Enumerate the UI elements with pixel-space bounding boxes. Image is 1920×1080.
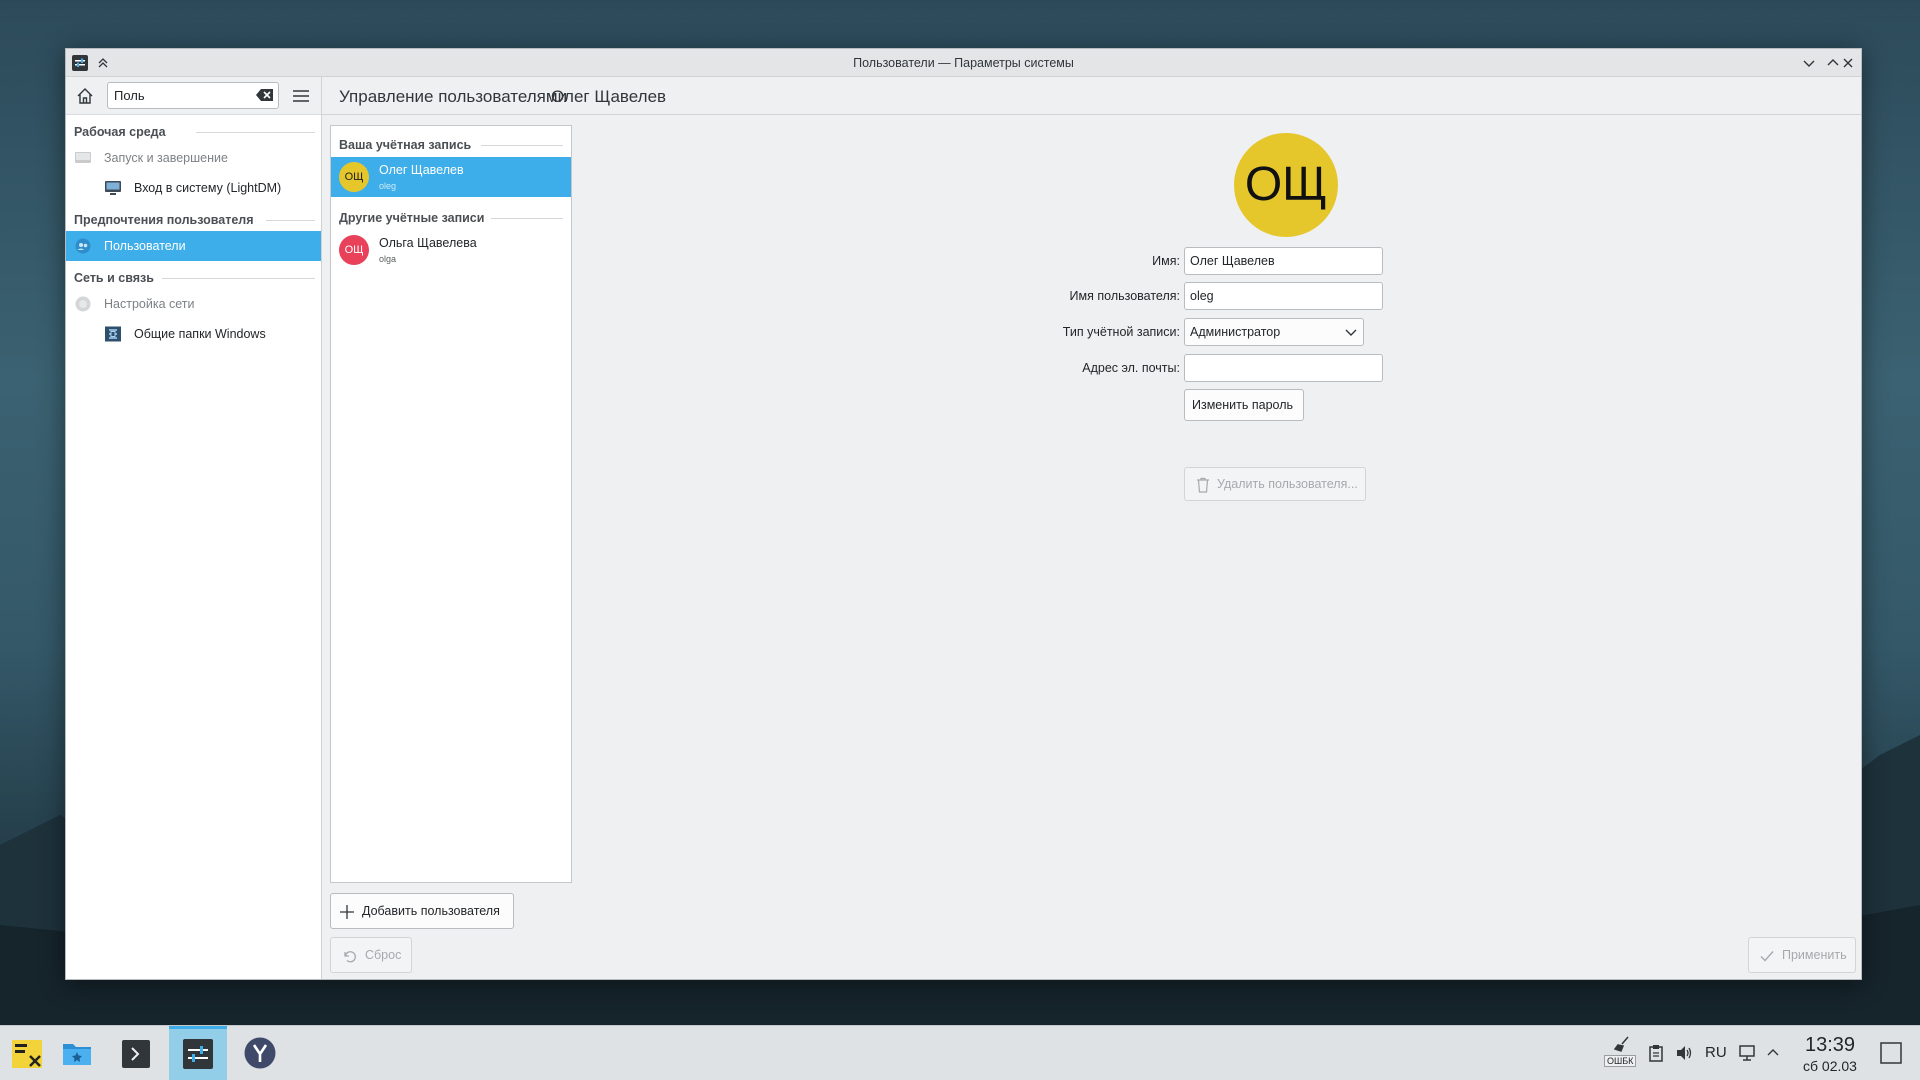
category-label: Сеть и связь xyxy=(74,271,154,285)
system-settings-icon xyxy=(183,1039,213,1069)
reset-button[interactable]: Сброс xyxy=(330,937,412,973)
sidebar-item-label: Вход в систему (LightDM) xyxy=(134,181,282,195)
email-field[interactable] xyxy=(1184,354,1383,382)
windows-shares-icon xyxy=(105,326,121,342)
sidebar-item-users[interactable]: Пользователи xyxy=(66,231,321,261)
taskbar-terminal[interactable] xyxy=(108,1026,166,1080)
tray-expand-icon[interactable] xyxy=(1766,1046,1780,1058)
avatar: ОЩ xyxy=(339,162,369,192)
sidebar-item-label: Общие папки Windows xyxy=(134,327,266,341)
button-label: Удалить пользователя... xyxy=(1217,477,1358,491)
window-title: Пользователи — Параметры системы xyxy=(853,56,1074,70)
button-label: Добавить пользователя xyxy=(362,904,500,918)
email-label: Адрес эл. почты: xyxy=(1082,361,1180,375)
show-desktop-icon[interactable] xyxy=(1880,1042,1902,1064)
broom-icon xyxy=(1614,1036,1629,1052)
category-label: Рабочая среда xyxy=(74,125,166,139)
error-badge: ОШБК xyxy=(1604,1055,1637,1067)
category-label: Предпочтения пользователя xyxy=(74,213,254,227)
tray-error-indicator[interactable]: ОШБК xyxy=(1604,1034,1638,1074)
search-input[interactable] xyxy=(107,82,279,109)
check-icon xyxy=(1760,951,1774,962)
sidebar-item-startup-shutdown[interactable]: Запуск и завершение xyxy=(66,143,321,173)
breadcrumb-parent[interactable]: Управление пользователями xyxy=(339,87,567,107)
home-icon[interactable] xyxy=(74,85,96,107)
sidebar-item-label: Запуск и завершение xyxy=(104,151,228,165)
username-field[interactable] xyxy=(1184,282,1383,310)
category-header-user-preferences: Предпочтения пользователя xyxy=(66,209,321,231)
chevron-down-icon xyxy=(1345,329,1357,336)
user-login: olga xyxy=(379,254,397,264)
user-list: Ваша учётная запись ОЩ Олег Щавелев oleg… xyxy=(330,125,572,883)
sidebar-item-windows-shares[interactable]: Общие папки Windows xyxy=(66,319,321,349)
terminal-icon xyxy=(122,1040,150,1068)
button-label: Изменить пароль xyxy=(1192,398,1294,412)
users-icon xyxy=(75,238,91,254)
settings-sidebar: Рабочая среда Запуск и завершение Вход в… xyxy=(66,77,322,979)
section-label: Другие учётные записи xyxy=(339,211,485,225)
apply-button[interactable]: Применить xyxy=(1748,937,1856,973)
volume-icon[interactable] xyxy=(1675,1044,1693,1062)
section-label: Ваша учётная запись xyxy=(339,138,472,152)
keyboard-layout-indicator[interactable]: RU xyxy=(1705,1044,1727,1061)
basealt-logo-icon xyxy=(12,1040,42,1068)
clear-search-icon[interactable] xyxy=(256,88,274,102)
system-settings-window: Пользователи — Параметры системы Поль Ра… xyxy=(65,48,1862,980)
sidebar-item-lightdm[interactable]: Вход в систему (LightDM) xyxy=(66,173,321,203)
taskbar-system-settings[interactable] xyxy=(169,1026,227,1080)
username-label: Имя пользователя: xyxy=(1069,289,1180,303)
account-type-label: Тип учётной записи: xyxy=(1062,325,1180,339)
trash-icon xyxy=(1197,477,1209,493)
sidebar-item-network-settings[interactable]: Настройка сети xyxy=(66,289,321,319)
taskbar-file-manager[interactable] xyxy=(48,1026,106,1080)
startup-shutdown-icon xyxy=(75,152,91,163)
close-icon[interactable] xyxy=(1838,53,1858,73)
breadcrumb-current: Олег Щавелев xyxy=(551,87,667,106)
sidebar-toolbar xyxy=(66,77,321,115)
avatar: ОЩ xyxy=(339,235,369,265)
taskbar: ОШБК RU 13:39 сб 02.03 xyxy=(0,1025,1920,1080)
hamburger-menu-icon[interactable] xyxy=(290,85,312,107)
user-name: Олег Щавелев xyxy=(379,163,464,177)
login-screen-icon xyxy=(105,181,121,195)
undo-icon xyxy=(344,951,356,963)
user-login: oleg xyxy=(379,181,397,191)
folder-icon xyxy=(63,1044,91,1065)
account-type-select[interactable]: Администратор xyxy=(1184,318,1364,346)
network-wired-icon[interactable] xyxy=(1738,1044,1756,1062)
user-list-item-oleg[interactable]: ОЩ Олег Щавелев oleg xyxy=(331,157,571,197)
yandex-browser-icon xyxy=(244,1037,276,1069)
taskbar-yandex-browser[interactable] xyxy=(232,1026,290,1080)
category-header-network: Сеть и связь xyxy=(66,267,321,289)
button-label: Применить xyxy=(1782,948,1847,962)
delete-user-button[interactable]: Удалить пользователя... xyxy=(1184,467,1366,501)
own-account-header: Ваша учётная запись xyxy=(331,133,571,157)
other-accounts-header: Другие учётные записи xyxy=(331,206,571,230)
change-password-button[interactable]: Изменить пароль xyxy=(1184,389,1304,421)
category-header-workspace: Рабочая среда xyxy=(66,121,321,143)
name-label: Имя: xyxy=(1152,254,1180,268)
account-type-value: Администратор xyxy=(1190,325,1281,339)
network-settings-icon xyxy=(75,296,91,312)
add-user-button[interactable]: Добавить пользователя xyxy=(330,893,514,929)
window-titlebar[interactable]: Пользователи — Параметры системы xyxy=(66,49,1861,77)
name-field[interactable] xyxy=(1184,247,1383,275)
clock-time[interactable]: 13:39 xyxy=(1790,1034,1870,1057)
plus-icon xyxy=(340,905,354,919)
minimize-icon[interactable] xyxy=(1799,53,1819,73)
button-label: Сброс xyxy=(365,948,402,962)
user-name: Ольга Щавелева xyxy=(379,236,477,250)
sidebar-item-label: Настройка сети xyxy=(104,297,195,311)
user-avatar[interactable]: ОЩ xyxy=(1234,133,1338,237)
clock-date[interactable]: сб 02.03 xyxy=(1790,1058,1870,1074)
clipboard-icon[interactable] xyxy=(1648,1044,1664,1062)
sidebar-item-label: Пользователи xyxy=(104,239,186,253)
breadcrumb: Управление пользователями Олег Щавелев xyxy=(322,77,1861,115)
user-list-item-olga[interactable]: ОЩ Ольга Щавелева olga xyxy=(331,230,571,270)
